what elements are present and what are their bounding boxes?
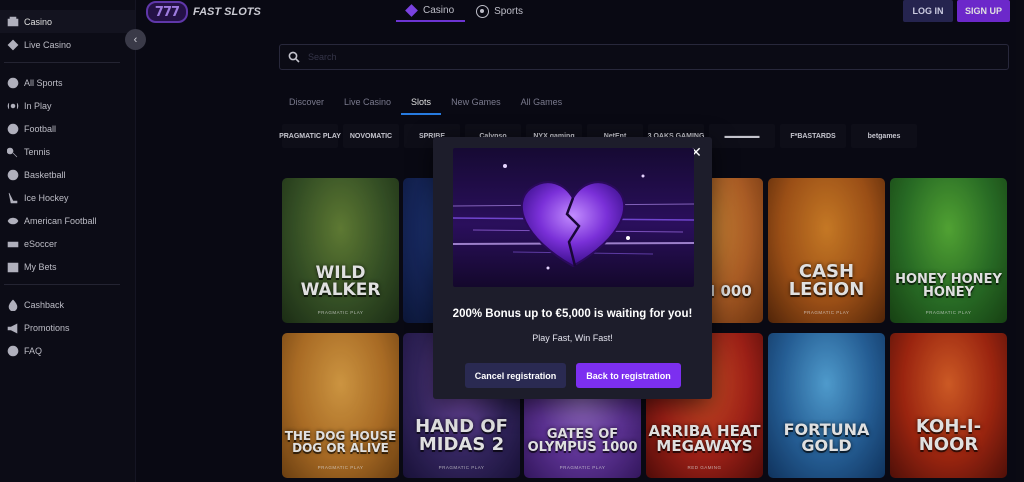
modal-subtitle: Play Fast, Win Fast!: [532, 333, 613, 343]
modal-title: 200% Bonus up to €5,000 is waiting for y…: [452, 308, 693, 320]
bonus-modal: ✕ 200% Bonus up to €5,000 is waiting for: [433, 137, 712, 399]
back-to-registration-button[interactable]: Back to registration: [576, 363, 681, 388]
cancel-registration-button[interactable]: Cancel registration: [465, 363, 566, 388]
collapse-sidebar-button[interactable]: ‹: [125, 29, 146, 50]
broken-heart-banner: [453, 148, 694, 287]
